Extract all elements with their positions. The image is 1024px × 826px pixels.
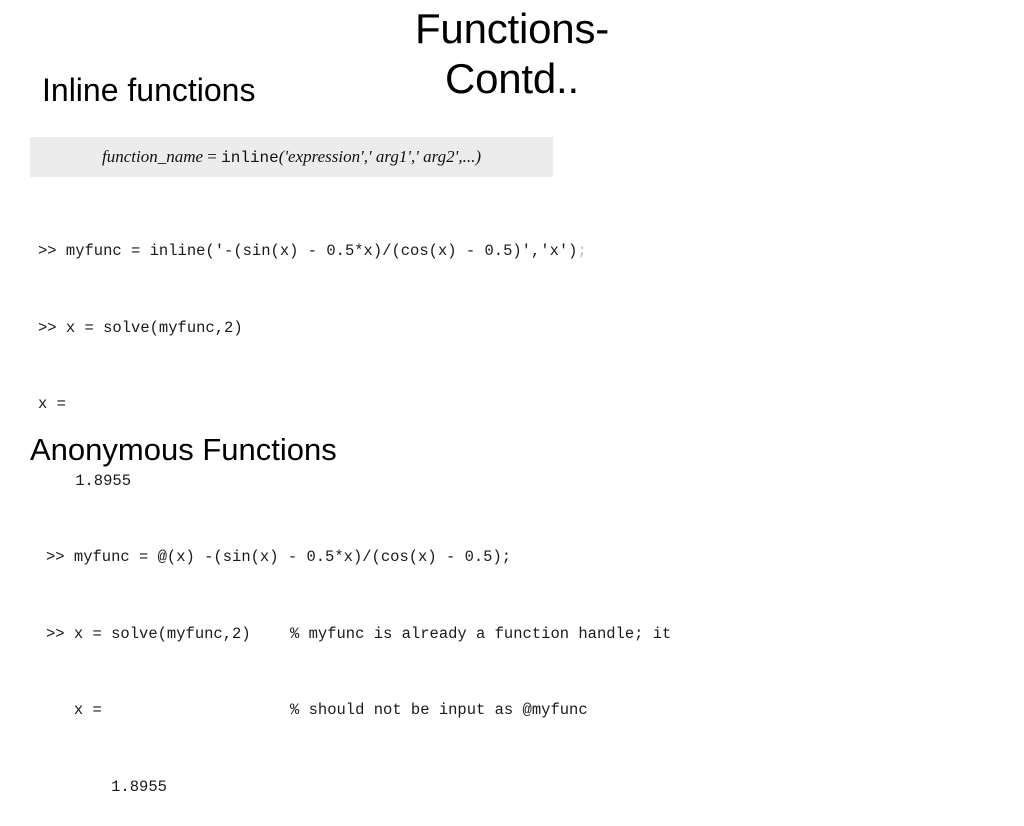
signature-function-name: function_name [102, 146, 204, 166]
code-line: >> x = solve(myfunc,2) % myfunc is alread… [46, 622, 671, 648]
inline-signature-box: function_name = inline('expression',' ar… [30, 137, 553, 177]
signature-arg-2: ' arg2' [415, 146, 459, 166]
signature-arg-1: ' arg1' [368, 146, 412, 166]
anon-code-line-2: >> x = solve(myfunc,2) [46, 624, 251, 643]
code-line: >> myfunc = inline('-(sin(x) - 0.5*x)/(c… [38, 239, 587, 265]
signature-close-paren: ) [475, 146, 481, 166]
code-line: x = [38, 395, 66, 413]
code-line: 1.8955 [38, 471, 132, 490]
anon-comment-line-1: % myfunc is already a function handle; i… [290, 624, 672, 643]
section-heading-anonymous-functions: Anonymous Functions [30, 432, 337, 467]
code-line: 1.8955 [46, 777, 167, 796]
code-line: >> myfunc = @(x) -(sin(x) - 0.5*x)/(cos(… [46, 548, 512, 566]
signature-inline-keyword: inline [221, 148, 279, 167]
anon-code-line-3: x = [46, 701, 102, 719]
code-line: >> x = solve(myfunc,2) [38, 318, 243, 337]
subtitle-inline-functions: Inline functions [42, 72, 256, 108]
signature-equals: = [203, 146, 222, 166]
inline-signature-formula: function_name = inline('expression',' ar… [102, 147, 481, 168]
code-line: x = % should not be input as @myfunc [46, 698, 588, 724]
anon-comment-line-2: % should not be input as @myfunc [290, 701, 588, 719]
signature-ellipsis: ... [462, 146, 476, 166]
signature-arg-expression: 'expression' [284, 146, 364, 166]
anonymous-functions-code-block: >> myfunc = @(x) -(sin(x) - 0.5*x)/(cos(… [46, 494, 671, 826]
inline-code-line-1: >> myfunc = inline('-(sin(x) - 0.5*x)/(c… [38, 242, 578, 260]
inline-code-line-1-trailing-semicolon: ; [577, 242, 587, 260]
